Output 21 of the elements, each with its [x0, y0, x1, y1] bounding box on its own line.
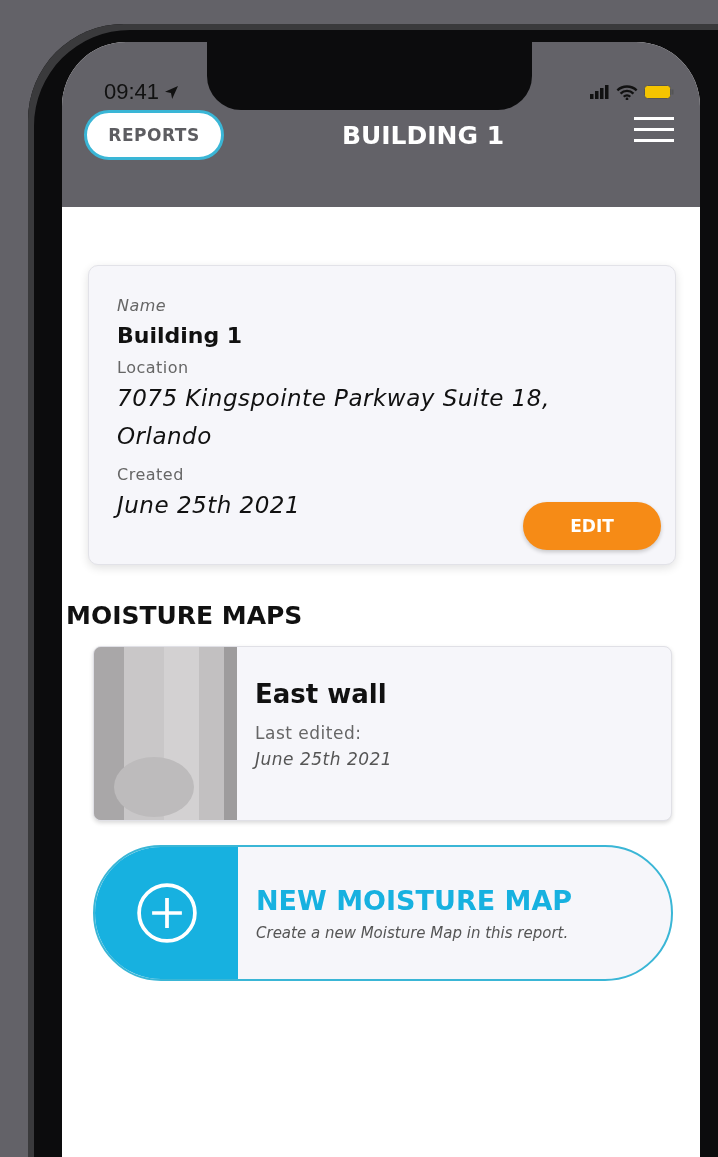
- signal-icon: [590, 85, 610, 99]
- field-value: Building 1: [117, 323, 244, 348]
- field-label: Name: [117, 296, 168, 315]
- battery-icon: [644, 85, 674, 99]
- new-moisture-map-button[interactable]: NEW MOISTURE MAP Create a new Moisture Map in this report.: [93, 845, 673, 981]
- menu-icon[interactable]: [634, 116, 674, 144]
- last-edited-label: Last edited:: [255, 723, 363, 743]
- moisture-map-card[interactable]: East wall Last edited: June 25th 2021: [93, 646, 672, 821]
- field-label: Created: [117, 465, 185, 484]
- map-title: East wall: [255, 679, 388, 709]
- location-arrow-icon: [165, 85, 179, 99]
- wifi-icon: [616, 84, 638, 100]
- plus-icon: [135, 882, 198, 944]
- new-map-description: Create a new Moisture Map in this report.: [256, 923, 570, 942]
- field-value: 7075 Kingspointe Parkway Suite 18, Orlando: [117, 384, 551, 451]
- section-title: MOISTURE MAPS: [66, 601, 304, 630]
- status-time: 09:41: [104, 80, 160, 104]
- reports-button[interactable]: REPORTS: [84, 110, 224, 160]
- page-title: BUILDING 1: [340, 120, 506, 150]
- new-map-title: NEW MOISTURE MAP: [256, 884, 573, 916]
- field-label: Location: [117, 358, 190, 377]
